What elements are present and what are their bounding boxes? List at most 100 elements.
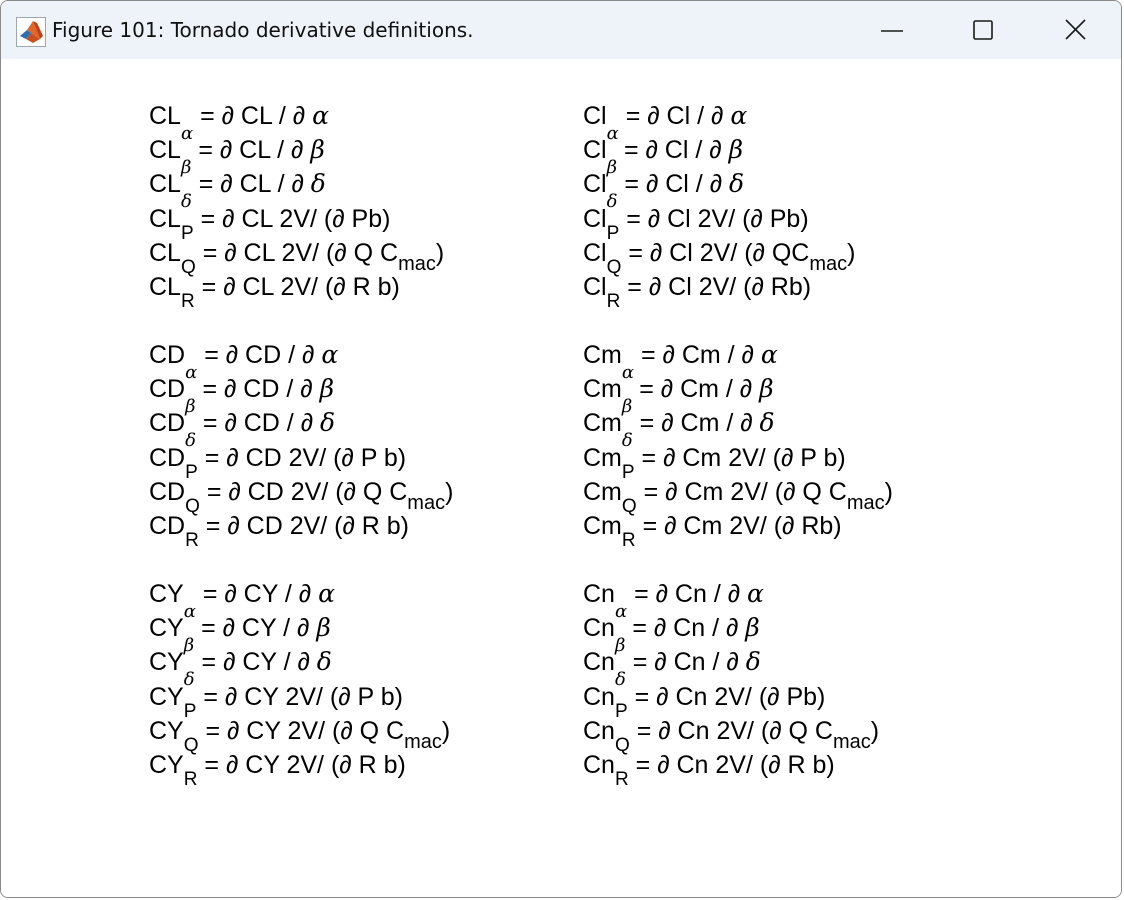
derivative-definition: CDβ = ∂ CD / ∂ β <box>149 374 334 417</box>
derivative-definition: Cnδ = ∂ Cn / ∂ δ <box>583 647 761 690</box>
figure-canvas: CL α = ∂ CL / ∂ α CL β = ∂ CL / ∂ β CL δ = ∂ … <box>1 59 1121 897</box>
title-bar[interactable]: Figure 101: Tornado derivative definitio… <box>1 1 1121 59</box>
definition-expression: = ∂ Cm / ∂ <box>632 375 760 403</box>
coefficient-symbol: Cl <box>583 102 607 130</box>
coefficient-symbol: CL <box>149 239 181 267</box>
coefficient-subscript: R <box>614 769 629 790</box>
derivative-definition: Cmβ = ∂ Cm / ∂ β <box>583 374 774 417</box>
definition-expression: = ∂ CY / ∂ <box>195 580 319 608</box>
minimize-button[interactable] <box>846 1 938 59</box>
derivative-definition: CYR = ∂ CY 2V/ (∂ R b) <box>149 750 406 790</box>
greek-variable: β <box>310 135 325 164</box>
mac-subscript: mac <box>407 492 446 514</box>
definition-expression: = ∂ CD / ∂ <box>195 375 320 403</box>
derivative-definition: Cmα = ∂ Cm / ∂ α <box>583 340 778 383</box>
greek-variable: β <box>745 613 760 642</box>
mac-subscript: mac <box>809 253 848 275</box>
derivative-definition: CDP = ∂ CD 2V/ (∂ P b) <box>149 443 407 483</box>
derivative-definition: CLα = ∂ CL / ∂ α <box>149 101 329 144</box>
greek-variable: δ <box>316 647 332 676</box>
coefficient-symbol: Cn <box>583 751 615 779</box>
coefficient-symbol: Cm <box>583 341 622 369</box>
closing-paren: ) <box>847 239 856 267</box>
definition-expression: = ∂ Cl / ∂ <box>617 136 729 164</box>
mac-subscript: mac <box>398 253 436 275</box>
derivative-definition: CmR = ∂ Cm 2V/ (∂ Rb) <box>583 511 842 551</box>
derivative-definition: ClQ = ∂ Cl 2V/ (∂ QCmac) <box>583 238 856 278</box>
minimize-icon <box>881 30 903 32</box>
figure-window: Figure 101: Tornado derivative definitio… <box>0 0 1122 898</box>
coefficient-symbol: CY <box>149 751 184 779</box>
coefficient-symbol: Cl <box>583 136 607 164</box>
definition-expression: = ∂ CD 2V/ (∂ P b) <box>197 444 407 472</box>
greek-variable: β <box>759 374 774 403</box>
closing-paren: ) <box>870 717 880 745</box>
coefficient-symbol: CL <box>149 102 181 130</box>
definition-expression: = ∂ CL 2V/ (∂ R b) <box>194 273 400 301</box>
definition-expression: = ∂ CY / ∂ <box>194 648 317 676</box>
greek-variable: δ <box>310 169 326 198</box>
coefficient-symbol: Cn <box>583 648 615 676</box>
derivative-definition: CLδ = ∂ CL / ∂ δ <box>149 169 326 212</box>
derivative-definition: CYβ = ∂ CY / ∂ β <box>149 613 331 656</box>
definition-expression: = ∂ CL 2V/ (∂ Pb) <box>193 205 391 233</box>
coefficient-symbol: CD <box>149 444 186 472</box>
definition-expression: = ∂ CL 2V/ (∂ Q C <box>195 239 399 267</box>
derivative-definition: CDα = ∂ CD / ∂ α <box>149 340 339 383</box>
maximize-button[interactable] <box>938 1 1030 59</box>
coefficient-symbol: Cm <box>583 375 622 403</box>
greek-variable: β <box>728 135 744 164</box>
greek-variable: δ <box>729 169 745 198</box>
greek-variable: α <box>730 101 748 130</box>
closing-paren: ) <box>441 717 451 745</box>
derivative-definition: CLβ = ∂ CL / ∂ β <box>149 135 325 178</box>
derivative-definition: Cnβ = ∂ Cn / ∂ β <box>583 613 760 656</box>
coefficient-subscript: R <box>606 291 621 312</box>
close-button[interactable] <box>1030 1 1121 59</box>
greek-variable: δ <box>320 408 336 437</box>
coefficient-symbol: CL <box>149 205 181 233</box>
derivative-definition: CDR = ∂ CD 2V/ (∂ R b) <box>149 511 409 551</box>
definition-expression: = ∂ CD 2V/ (∂ Q C <box>199 478 408 506</box>
derivative-definition: CmQ = ∂ Cm 2V/ (∂ Q Cmac) <box>583 477 893 517</box>
coefficient-subscript: R <box>185 530 199 551</box>
definition-expression: = ∂ Cn / ∂ <box>625 648 746 676</box>
coefficient-symbol: Cm <box>583 478 622 506</box>
definition-expression: = ∂ Cl 2V/ (∂ Pb) <box>619 205 809 233</box>
coefficient-symbol: Cn <box>583 683 615 711</box>
greek-variable: δ <box>745 647 761 676</box>
coefficient-symbol: CD <box>149 409 186 437</box>
derivative-definition: CYQ = ∂ CY 2V/ (∂ Q Cmac) <box>149 716 451 756</box>
definition-expression: = ∂ Cn / ∂ <box>627 580 748 608</box>
derivative-definition: CYα = ∂ CY / ∂ α <box>149 579 335 622</box>
greek-variable: α <box>760 340 778 369</box>
coefficient-symbol: CY <box>149 717 184 745</box>
derivative-definition: CYδ = ∂ CY / ∂ δ <box>149 647 332 690</box>
derivative-definition: CDQ = ∂ CD 2V/ (∂ Q Cmac) <box>149 477 453 517</box>
mac-subscript: mac <box>846 492 885 514</box>
greek-variable: α <box>747 579 764 608</box>
maximize-icon <box>973 20 993 40</box>
coefficient-symbol: Cn <box>583 717 615 745</box>
derivative-definition: CLQ = ∂ CL 2V/ (∂ Q Cmac) <box>149 238 445 278</box>
greek-variable: α <box>312 101 329 130</box>
definition-expression: = ∂ Cn 2V/ (∂ Pb) <box>627 683 826 711</box>
mac-subscript: mac <box>404 731 442 753</box>
coefficient-symbol: CL <box>149 170 181 198</box>
coefficient-symbol: CD <box>149 512 186 540</box>
greek-variable: δ <box>759 408 775 437</box>
coefficient-subscript: R <box>183 769 198 790</box>
coefficient-symbol: CY <box>149 614 184 642</box>
derivative-definition: Cmδ = ∂ Cm / ∂ δ <box>583 408 775 451</box>
derivative-definition: Clδ = ∂ Cl / ∂ δ <box>583 169 745 212</box>
definition-expression: = ∂ Cl 2V/ (∂ Rb) <box>620 273 812 301</box>
derivative-definition: CLP = ∂ CL 2V/ (∂ Pb) <box>149 204 391 244</box>
coefficient-symbol: Cl <box>583 205 607 233</box>
definition-expression: = ∂ Cm 2V/ (∂ Rb) <box>635 512 842 540</box>
closing-paren: ) <box>435 239 445 267</box>
coefficient-symbol: CD <box>149 478 186 506</box>
definition-expression: = ∂ CY / ∂ <box>194 614 317 642</box>
greek-variable: α <box>318 579 335 608</box>
coefficient-subscript: R <box>180 291 195 312</box>
greek-variable: α <box>321 340 339 369</box>
